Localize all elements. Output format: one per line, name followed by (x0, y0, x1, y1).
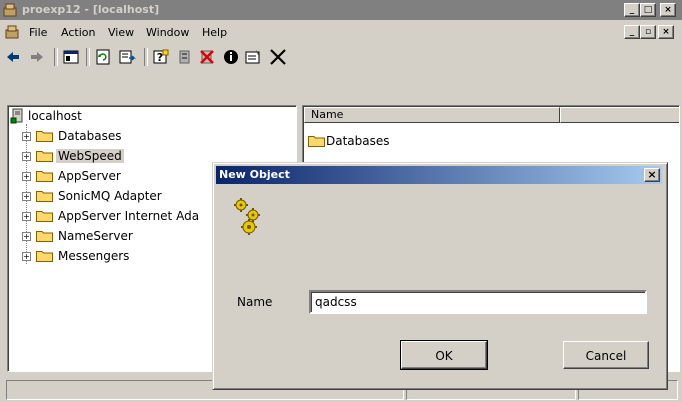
dialog-title-bar[interactable]: New Object × (216, 166, 662, 184)
expand-icon[interactable]: + (22, 132, 31, 141)
svg-text:?: ? (157, 51, 163, 64)
mdi-child-icon[interactable] (5, 25, 19, 39)
tree-item[interactable]: + Databases (8, 128, 288, 146)
tree-item-label: Messengers (58, 249, 130, 263)
folder-icon (36, 251, 53, 262)
export-list-icon[interactable] (118, 48, 136, 66)
expand-icon[interactable]: + (22, 232, 31, 241)
show-hide-tree-icon[interactable] (62, 48, 80, 66)
back-arrow-icon[interactable] (4, 48, 22, 66)
mdi-minimize-button[interactable]: _ (624, 25, 640, 39)
expand-icon[interactable]: + (22, 192, 31, 201)
dialog-title: New Object (219, 168, 290, 181)
server-icon (10, 108, 23, 124)
menu-action[interactable]: Action (61, 26, 95, 39)
forward-arrow-icon[interactable] (28, 48, 46, 66)
tree-root[interactable]: localhost (8, 108, 288, 126)
expand-icon[interactable]: + (22, 152, 31, 161)
tree-item-label: AppServer Internet Ada (58, 209, 200, 223)
minimize-button[interactable]: _ (624, 3, 640, 17)
gears-icon (234, 198, 260, 235)
tree-item-label-selected: WebSpeed (56, 149, 124, 163)
tree-item-label: Databases (58, 129, 122, 143)
window-title: proexp12 - [localhost] (22, 3, 160, 16)
expand-icon[interactable]: + (22, 212, 31, 221)
expand-icon[interactable]: + (22, 172, 31, 181)
cancel-button[interactable]: Cancel (563, 341, 649, 369)
tree-item-label: SonicMQ Adapter (58, 189, 162, 203)
mdi-close-button[interactable]: × (658, 25, 674, 39)
folder-icon (36, 191, 53, 202)
mdi-restore-button[interactable]: ▫ (640, 25, 656, 39)
stop-server-icon[interactable] (176, 48, 194, 66)
delete-server-icon[interactable] (198, 48, 216, 66)
tree-item-label: AppServer (58, 169, 121, 183)
close-button[interactable]: × (660, 3, 676, 17)
ok-button[interactable]: OK (400, 340, 488, 370)
column-header-name[interactable]: Name (304, 107, 560, 123)
menu-file[interactable]: File (29, 26, 47, 39)
folder-icon (36, 171, 53, 182)
refresh-icon[interactable] (94, 48, 112, 66)
properties-icon[interactable] (244, 48, 262, 66)
menu-help[interactable]: Help (202, 26, 227, 39)
expand-icon[interactable]: + (22, 252, 31, 261)
column-header-extra[interactable] (560, 107, 679, 123)
folder-icon (36, 151, 53, 162)
menu-bar: File Action View Window Help _ ▫ × (0, 22, 682, 42)
folder-icon (36, 231, 53, 242)
folder-icon (36, 131, 53, 142)
delete-x-icon[interactable] (268, 47, 288, 67)
help-icon[interactable]: ? (152, 48, 170, 66)
app-icon (3, 3, 17, 17)
tree-item-label: NameServer (58, 229, 133, 243)
dialog-close-button[interactable]: × (644, 168, 660, 182)
tree-root-label: localhost (28, 109, 82, 123)
menu-window[interactable]: Window (146, 26, 189, 39)
menu-view[interactable]: View (108, 26, 134, 39)
list-item-label: Databases (326, 134, 390, 148)
window-title-bar: proexp12 - [localhost] _ □ × (0, 0, 682, 20)
list-header: Name (304, 107, 679, 123)
new-object-dialog: New Object × Name OK Cancel (212, 162, 668, 390)
maximize-button[interactable]: □ (640, 3, 656, 17)
name-input[interactable] (309, 290, 647, 314)
name-label: Name (237, 295, 273, 309)
toolbar: ? (0, 44, 682, 70)
folder-icon (36, 211, 53, 222)
toolbar-separator (144, 48, 148, 66)
list-item[interactable]: Databases (306, 133, 606, 151)
info-icon[interactable] (222, 48, 240, 66)
folder-icon (308, 136, 325, 147)
toolbar-separator (86, 48, 90, 66)
toolbar-separator (54, 48, 58, 66)
